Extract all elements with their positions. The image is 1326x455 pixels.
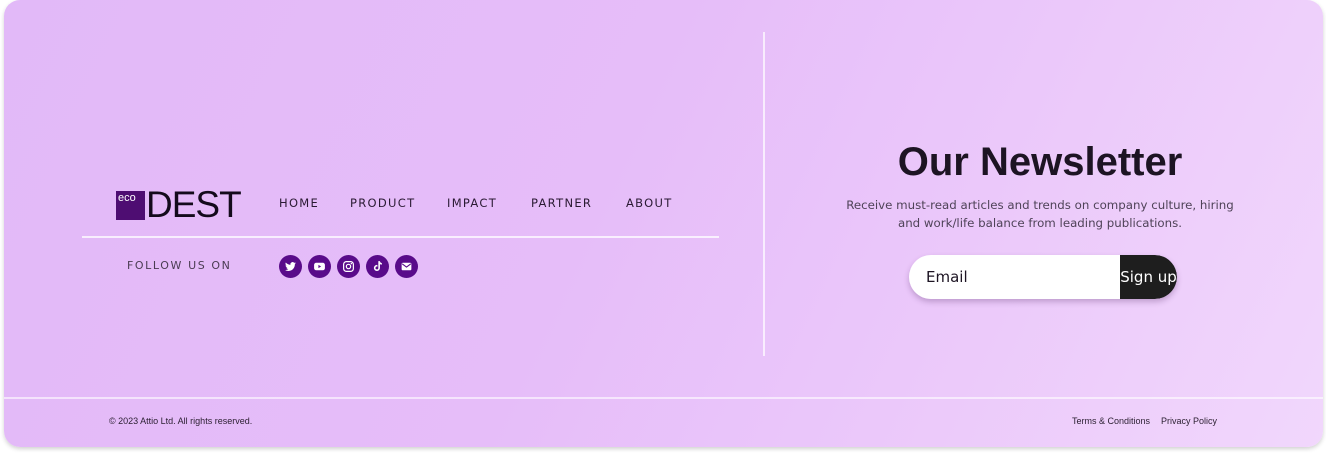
twitter-icon[interactable]	[279, 255, 302, 278]
instagram-icon[interactable]	[337, 255, 360, 278]
copyright-text: © 2023 Attio Ltd. All rights reserved.	[109, 416, 253, 426]
brand-logo[interactable]: eco DEST	[116, 184, 242, 225]
logo-prefix: eco	[116, 191, 145, 220]
tiktok-icon[interactable]	[366, 255, 389, 278]
privacy-link[interactable]: Privacy Policy	[1161, 416, 1217, 426]
bottom-divider	[4, 397, 1323, 399]
nav-item-product[interactable]: PRODUCT	[350, 196, 415, 210]
vertical-divider	[763, 32, 765, 356]
nav-item-impact[interactable]: IMPACT	[447, 196, 497, 210]
newsletter-description: Receive must-read articles and trends on…	[846, 198, 1234, 230]
nav-item-about[interactable]: ABOUT	[626, 196, 673, 210]
terms-link[interactable]: Terms & Conditions	[1072, 416, 1150, 426]
follow-us-label: FOLLOW US ON	[127, 259, 232, 272]
nav-item-partner[interactable]: PARTNER	[531, 196, 592, 210]
social-links	[279, 255, 418, 278]
newsletter-title: Our Newsletter	[897, 140, 1183, 184]
email-icon[interactable]	[395, 255, 418, 278]
email-input[interactable]	[909, 255, 1120, 299]
site-footer: eco DEST HOME PRODUCT IMPACT PARTNER ABO…	[4, 0, 1323, 447]
logo-word: DEST	[146, 184, 242, 225]
sign-up-button[interactable]: Sign up	[1120, 255, 1177, 299]
nav-item-home[interactable]: HOME	[279, 196, 319, 210]
nav-divider	[82, 236, 719, 238]
youtube-icon[interactable]	[308, 255, 331, 278]
newsletter-form: Sign up	[909, 255, 1177, 299]
